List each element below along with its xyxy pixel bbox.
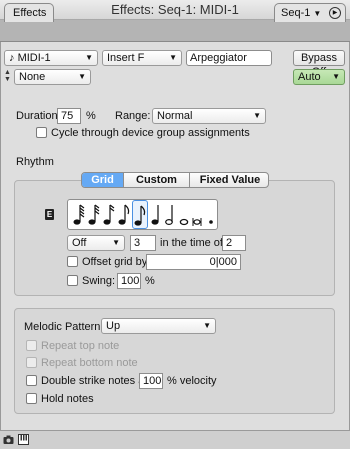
offset-grid-checkbox[interactable] xyxy=(67,256,78,267)
duration-input[interactable]: 75 xyxy=(57,108,81,124)
eighth-note-icon[interactable] xyxy=(117,200,131,229)
swing-checkbox[interactable] xyxy=(67,275,78,286)
repeat-top-checkbox[interactable] xyxy=(26,340,37,351)
grid-time-value: 2 xyxy=(226,237,233,249)
tab-effects-label: Effects xyxy=(13,7,47,19)
swing-value: 100 xyxy=(121,275,140,287)
tab-fixed-value-label: Fixed Value xyxy=(199,174,261,186)
hold-notes-checkbox[interactable] xyxy=(26,393,37,404)
quarter-note-icon[interactable] xyxy=(150,200,164,229)
effect-name-value: Arpeggiator xyxy=(190,52,247,64)
offset-grid-value: 0|000 xyxy=(209,256,237,268)
camera-icon[interactable] xyxy=(3,434,14,445)
chevron-down-icon: ▼ xyxy=(112,238,120,247)
swing-label: Swing: xyxy=(82,275,116,287)
melodic-pattern-label: Melodic Pattern: xyxy=(24,321,104,333)
bottom-toolbar xyxy=(0,430,350,449)
repeat-bottom-checkbox[interactable] xyxy=(26,357,37,368)
auto-select[interactable]: Auto ▼ xyxy=(293,69,345,85)
insert-select[interactable]: Insert F ▼ xyxy=(102,50,182,66)
rhythm-heading: Rhythm xyxy=(16,156,54,168)
melodic-pattern-value: Up xyxy=(106,320,121,332)
window-title: Effects: Seq-1: MIDI-1 xyxy=(111,2,239,17)
in-the-time-of-label: in the time of xyxy=(160,237,223,249)
swing-input[interactable]: 100 xyxy=(117,273,141,289)
chevron-down-icon: ▼ xyxy=(313,9,322,18)
piano-icon[interactable] xyxy=(18,434,29,445)
tab-fixed-value[interactable]: Fixed Value xyxy=(190,173,268,187)
half-note-icon[interactable] xyxy=(164,200,178,229)
device-select-value: MIDI-1 xyxy=(17,52,51,64)
dotted-note-icon[interactable] xyxy=(204,200,218,229)
offset-grid-input[interactable]: 0|000 xyxy=(146,254,241,270)
grid-mode-value: Off xyxy=(72,237,87,249)
chevron-down-icon: ▼ xyxy=(332,72,340,81)
double-whole-note-icon[interactable] xyxy=(190,200,204,229)
double-strike-label: Double strike notes at xyxy=(41,375,148,387)
sixteenth-note-icon[interactable] xyxy=(102,200,116,229)
hold-notes-label: Hold notes xyxy=(41,393,94,405)
rhythm-mode-tabs: Grid Custom Fixed Value xyxy=(81,172,269,188)
melodic-pattern-select[interactable]: Up ▼ xyxy=(101,318,216,334)
tab-seq-label: Seq-1 xyxy=(281,7,311,19)
repeat-top-label: Repeat top note xyxy=(41,340,120,352)
auto-select-value: Auto xyxy=(298,71,321,83)
grid-edit-icon[interactable]: E xyxy=(45,209,54,220)
grid-count-input[interactable]: 3 xyxy=(130,235,156,251)
chevron-down-icon: ▼ xyxy=(253,111,261,120)
thirty-second-note-icon[interactable] xyxy=(87,200,101,229)
chevron-down-icon: ▼ xyxy=(85,53,93,62)
grid-count-value: 3 xyxy=(134,237,141,249)
effect-name-field[interactable]: Arpeggiator xyxy=(186,50,272,66)
device-select[interactable]: ♪ MIDI-1 ▼ xyxy=(4,50,98,66)
tab-grid[interactable]: Grid xyxy=(82,173,124,187)
chevron-down-icon: ▼ xyxy=(78,72,86,81)
tab-seq[interactable]: Seq-1 ▼ ▶ xyxy=(274,3,346,22)
note-icon: ♪ xyxy=(9,52,15,64)
grid-mode-select[interactable]: Off ▼ xyxy=(67,235,125,251)
whole-note-icon[interactable] xyxy=(177,200,191,229)
range-select-value: Normal xyxy=(157,110,193,122)
duration-unit: % xyxy=(86,110,96,122)
double-strike-unit: % velocity xyxy=(167,375,217,387)
tab-custom[interactable]: Custom xyxy=(124,173,190,187)
tab-grid-label: Grid xyxy=(91,174,114,186)
duration-value: 75 xyxy=(61,110,74,122)
swing-unit: % xyxy=(145,275,155,287)
preset-select-value: None xyxy=(19,71,46,83)
cycle-label: Cycle through device group assignments xyxy=(51,127,250,139)
stepper-icon[interactable]: ▲ ▼ xyxy=(4,69,12,85)
bypass-button[interactable]: Bypass Off xyxy=(293,50,345,78)
double-strike-value: 100 xyxy=(143,375,162,387)
play-icon[interactable]: ▶ xyxy=(329,7,341,19)
sixty-fourth-note-icon[interactable] xyxy=(72,200,86,229)
double-strike-input[interactable]: 100 xyxy=(139,373,163,389)
range-label: Range: xyxy=(115,110,151,122)
preset-select[interactable]: None ▼ xyxy=(14,69,91,85)
selected-eighth-note-icon[interactable] xyxy=(132,200,148,229)
duration-label: Duration xyxy=(16,110,58,122)
tab-effects[interactable]: Effects xyxy=(4,3,54,22)
note-value-selector xyxy=(67,199,218,230)
insert-select-value: Insert F xyxy=(107,52,145,64)
range-select[interactable]: Normal ▼ xyxy=(152,108,266,124)
cycle-checkbox[interactable] xyxy=(36,127,47,138)
repeat-bottom-label: Repeat bottom note xyxy=(41,357,138,369)
chevron-down-icon: ▼ xyxy=(203,321,211,330)
grid-time-input[interactable]: 2 xyxy=(222,235,246,251)
chevron-down-icon: ▼ xyxy=(169,53,177,62)
offset-grid-label: Offset grid by xyxy=(82,256,148,268)
tab-custom-label: Custom xyxy=(136,174,177,186)
double-strike-checkbox[interactable] xyxy=(26,375,37,386)
tab-strip xyxy=(0,20,350,42)
